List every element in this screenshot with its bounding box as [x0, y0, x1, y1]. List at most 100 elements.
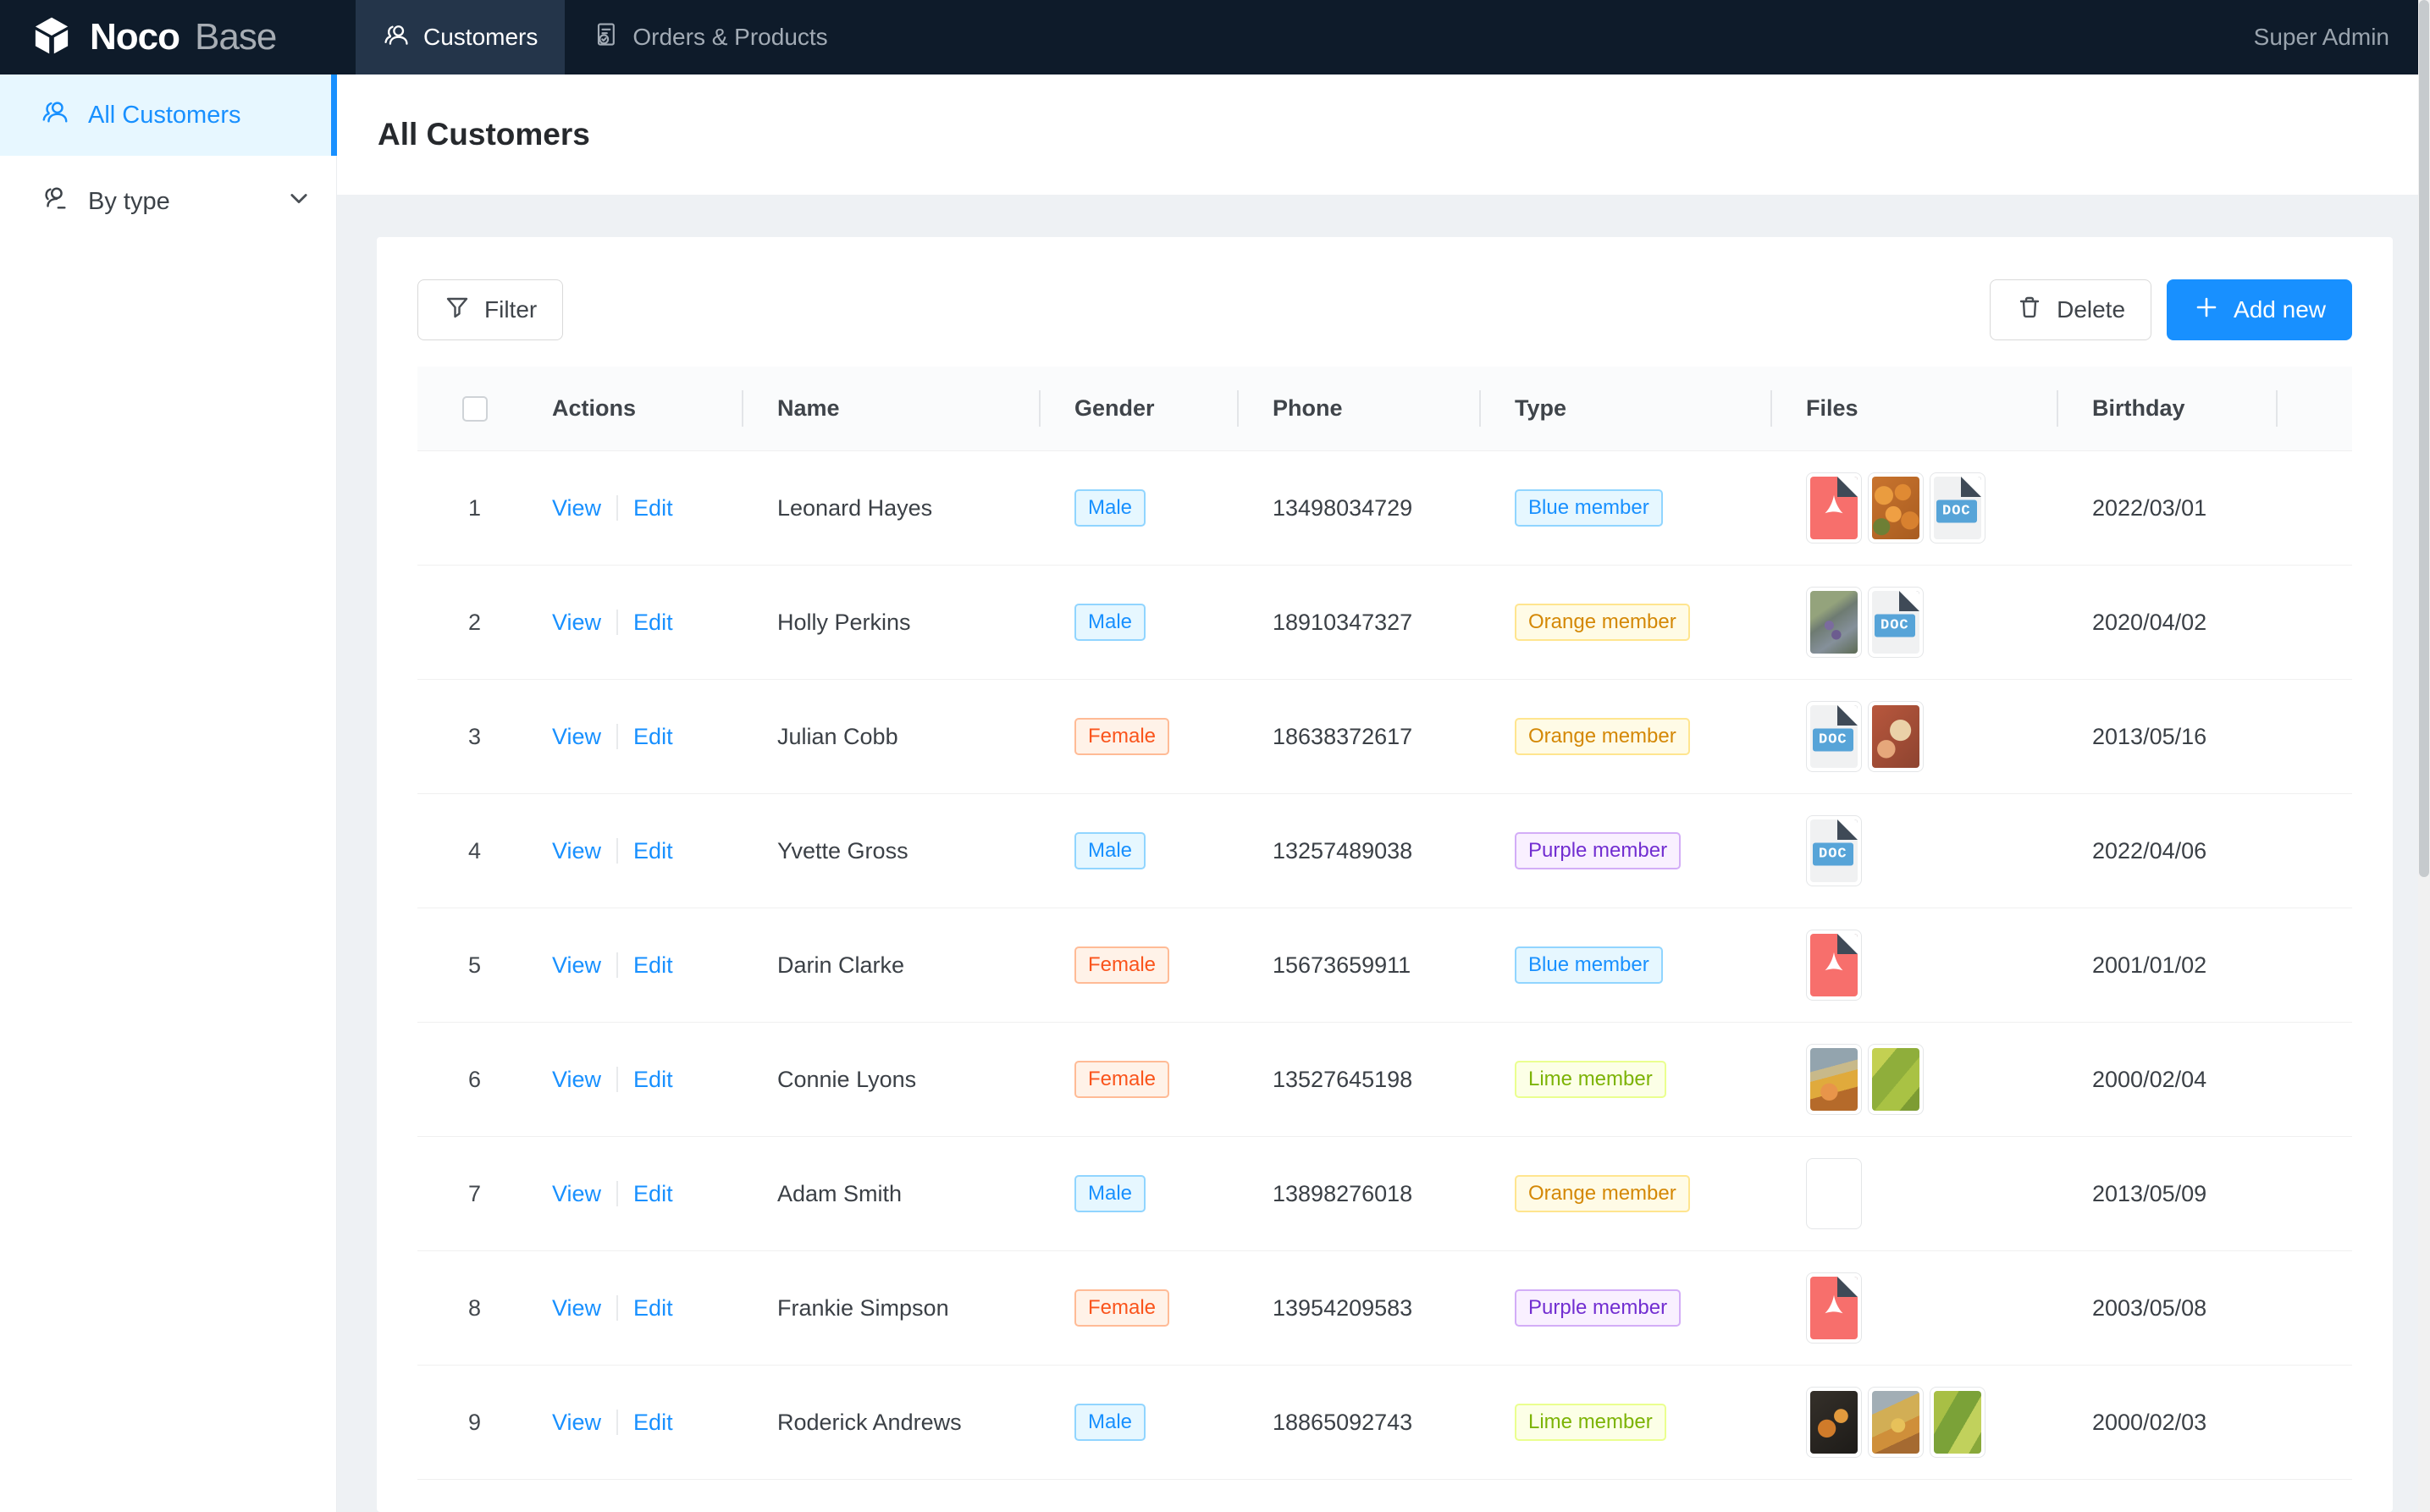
sidebar-item-all-customers[interactable]: All Customers — [0, 74, 336, 156]
edit-link[interactable]: Edit — [633, 838, 673, 864]
column-header-select — [417, 367, 532, 450]
view-link[interactable]: View — [552, 1295, 601, 1322]
edit-link[interactable]: Edit — [633, 610, 673, 636]
view-link[interactable]: View — [552, 1181, 601, 1207]
file-img-collage[interactable] — [1806, 1158, 1862, 1229]
image-thumbnail — [1810, 1391, 1858, 1454]
gender-cell: Female — [1041, 1289, 1239, 1327]
filter-button[interactable]: Filter — [417, 279, 563, 340]
doc-file-icon: DOC — [1810, 819, 1858, 882]
view-link[interactable]: View — [552, 952, 601, 979]
file-doc[interactable]: DOC — [1806, 701, 1862, 772]
birthday: 2022/04/06 — [2058, 838, 2278, 864]
view-link[interactable]: View — [552, 610, 601, 636]
table-row: 4ViewEditYvette GrossMale13257489038Purp… — [417, 794, 2352, 908]
view-link[interactable]: View — [552, 724, 601, 750]
files-cell — [1772, 930, 2058, 1001]
logo-text-noco: Noco — [90, 16, 179, 58]
customer-name: Holly Perkins — [743, 610, 1041, 636]
column-header-gender: Gender — [1041, 367, 1239, 450]
action-separator — [616, 724, 618, 749]
customers-card: Filter Delete — [377, 237, 2393, 1512]
add-new-button[interactable]: Add new — [2167, 279, 2352, 340]
birthday: 2003/05/08 — [2058, 1295, 2278, 1322]
view-link[interactable]: View — [552, 838, 601, 864]
folded-corner — [1899, 591, 1919, 611]
team-icon — [41, 184, 69, 219]
team-icon — [41, 97, 69, 133]
birthday: 2001/01/02 — [2058, 952, 2278, 979]
tab-orders-products[interactable]: Orders & Products — [565, 0, 854, 74]
column-header-birthday: Birthday — [2058, 367, 2278, 450]
type-cell: Orange member — [1481, 718, 1772, 755]
column-header-actions: Actions — [532, 367, 743, 450]
action-separator — [616, 1067, 618, 1092]
edit-link[interactable]: Edit — [633, 495, 673, 521]
file-doc[interactable]: DOC — [1930, 472, 1985, 544]
edit-link[interactable]: Edit — [633, 1295, 673, 1322]
file-img-oranges[interactable] — [1868, 472, 1924, 544]
view-link[interactable]: View — [552, 1067, 601, 1093]
page-scrollbar — [2418, 0, 2430, 1512]
table-row: 6ViewEditConnie LyonsFemale13527645198Li… — [417, 1023, 2352, 1137]
file-pdf[interactable] — [1806, 930, 1862, 1001]
view-link[interactable]: View — [552, 495, 601, 521]
file-img-greens[interactable] — [1868, 1044, 1924, 1115]
table-header: Actions Name Gender Phone Type Files Bir… — [417, 367, 2352, 451]
file-img-grapes[interactable] — [1806, 587, 1862, 658]
column-header-phone: Phone — [1239, 367, 1481, 450]
file-img-greens-2[interactable] — [1930, 1387, 1985, 1458]
member-type-badge: Lime member — [1515, 1404, 1666, 1441]
gender-cell: Male — [1041, 1404, 1239, 1441]
edit-link[interactable]: Edit — [633, 1410, 673, 1436]
doc-file-label: DOC — [1875, 615, 1915, 637]
gender-badge: Male — [1074, 1404, 1146, 1441]
image-thumbnail — [1872, 705, 1919, 768]
files-cell — [1772, 1158, 2058, 1229]
scrollbar-thumb[interactable] — [2419, 0, 2429, 877]
file-pdf[interactable] — [1806, 1272, 1862, 1344]
file-doc[interactable]: DOC — [1806, 815, 1862, 886]
file-img-dark-fruit[interactable] — [1806, 1387, 1862, 1458]
action-separator — [616, 838, 618, 864]
tab-customers[interactable]: Customers — [356, 0, 565, 74]
doc-file-label: DOC — [1813, 729, 1853, 752]
type-cell: Lime member — [1481, 1061, 1772, 1098]
column-header-empty — [2278, 367, 2352, 450]
edit-link[interactable]: Edit — [633, 724, 673, 750]
row-actions: View Edit — [532, 610, 743, 636]
file-img-fruit[interactable] — [1806, 1044, 1862, 1115]
files-cell: DOC — [1772, 472, 2058, 544]
file-img-food-red[interactable] — [1868, 701, 1924, 772]
file-doc[interactable]: DOC — [1868, 587, 1924, 658]
view-link[interactable]: View — [552, 1410, 601, 1436]
edit-link[interactable]: Edit — [633, 1067, 673, 1093]
doc-file-icon: DOC — [1934, 477, 1981, 539]
edit-link[interactable]: Edit — [633, 1181, 673, 1207]
gender-cell: Female — [1041, 946, 1239, 984]
pdf-file-icon — [1810, 1277, 1858, 1339]
current-user-menu[interactable]: Super Admin — [2254, 0, 2389, 74]
pdf-file-icon — [1810, 934, 1858, 996]
type-cell: Blue member — [1481, 946, 1772, 984]
delete-button[interactable]: Delete — [1990, 279, 2151, 340]
sidebar-item-by-type[interactable]: By type — [0, 164, 336, 239]
gender-cell: Male — [1041, 832, 1239, 869]
delete-label: Delete — [2057, 296, 2125, 323]
file-img-fruit-2[interactable] — [1868, 1387, 1924, 1458]
member-type-badge: Orange member — [1515, 604, 1690, 641]
app-logo[interactable]: NocoBase — [0, 0, 337, 74]
phone-number: 13527645198 — [1239, 1067, 1481, 1093]
row-index: 4 — [417, 838, 532, 864]
table-row: 9ViewEditRoderick AndrewsMale18865092743… — [417, 1366, 2352, 1480]
edit-link[interactable]: Edit — [633, 952, 673, 979]
column-header-files: Files — [1772, 367, 2058, 450]
select-all-checkbox[interactable] — [462, 396, 488, 422]
customer-name: Roderick Andrews — [743, 1410, 1041, 1436]
phone-number: 18638372617 — [1239, 724, 1481, 750]
customer-name: Yvette Gross — [743, 838, 1041, 864]
file-pdf[interactable] — [1806, 472, 1862, 544]
image-thumbnail — [1810, 1048, 1858, 1111]
gender-badge: Female — [1074, 1061, 1169, 1098]
doc-file-label: DOC — [1936, 500, 1977, 523]
